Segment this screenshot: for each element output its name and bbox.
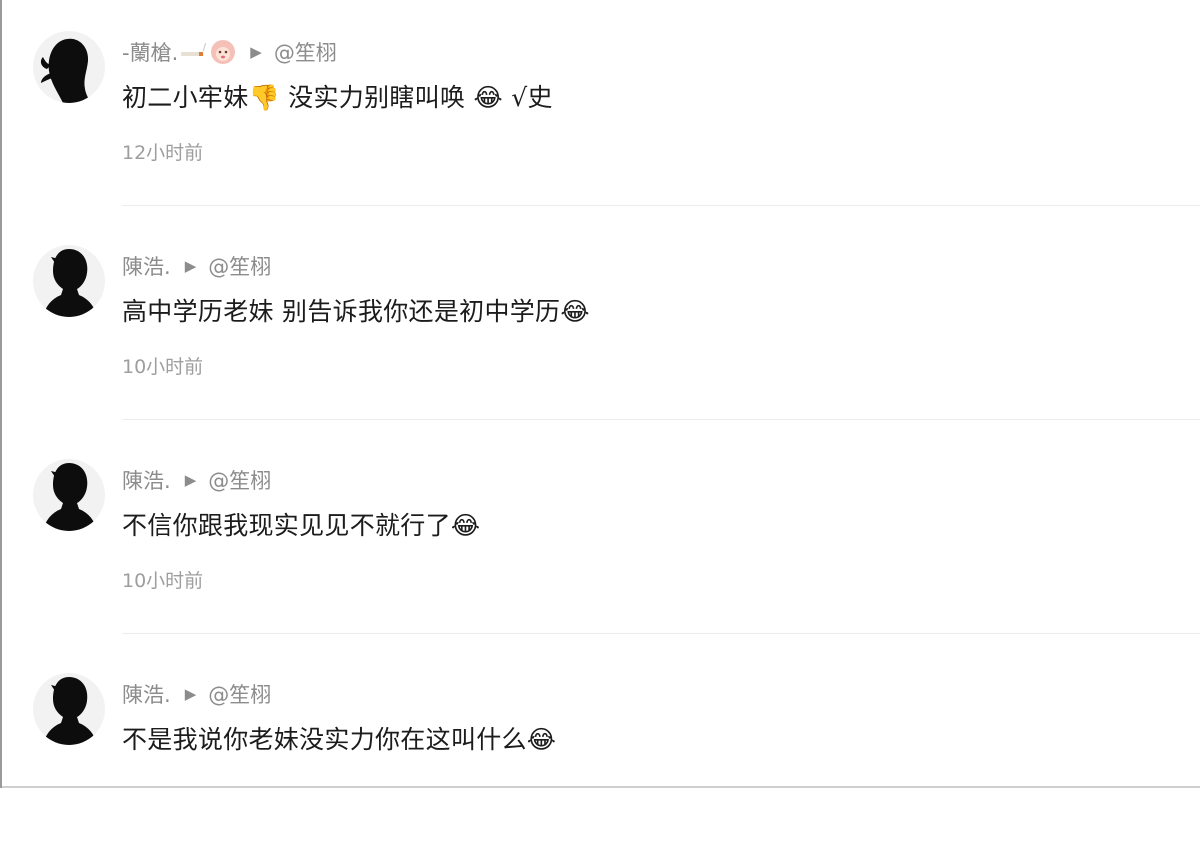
comment-item[interactable]: 陳浩. ▶ @笙栩 不信你跟我现实见见不就行了😂 10小时前 bbox=[2, 428, 1200, 642]
divider bbox=[122, 419, 1200, 420]
comment-meta: 陳浩. ▶ @笙栩 bbox=[122, 465, 271, 495]
divider bbox=[122, 205, 1200, 206]
comment-text: 不信你跟我现实见见不就行了😂 bbox=[122, 511, 481, 540]
comment-item[interactable]: 陳浩. ▶ @笙栩 高中学历老妹 别告诉我你还是初中学历😂 10小时前 bbox=[2, 214, 1200, 428]
reply-to-user[interactable]: @笙栩 bbox=[208, 679, 271, 709]
divider bbox=[122, 633, 1200, 634]
silhouette-avatar-icon bbox=[43, 463, 97, 531]
username-decoration-icon bbox=[180, 39, 236, 65]
user-avatar[interactable] bbox=[33, 459, 105, 531]
username[interactable]: 陳浩. bbox=[122, 679, 171, 709]
reply-arrow-icon: ▶ bbox=[184, 685, 197, 703]
comment-time: 12小时前 bbox=[122, 142, 204, 164]
comment-item[interactable]: -蘭槍. ▶ @笙栩 初二小牢妹👎 没实力别瞎叫唤 😂 √史 12小时前 bbox=[2, 0, 1200, 214]
comment-text: 高中学历老妹 别告诉我你还是初中学历😂 bbox=[122, 297, 590, 326]
silhouette-avatar-icon bbox=[40, 38, 91, 103]
username[interactable]: 陳浩. bbox=[122, 465, 171, 495]
reply-arrow-icon: ▶ bbox=[184, 257, 197, 275]
reply-to-user[interactable]: @笙栩 bbox=[208, 465, 271, 495]
reply-arrow-icon: ▶ bbox=[250, 43, 262, 61]
comment-meta: 陳浩. ▶ @笙栩 bbox=[122, 251, 271, 281]
comment-meta: -蘭槍. ▶ @笙栩 bbox=[122, 37, 337, 67]
comment-time: 10小时前 bbox=[122, 356, 204, 378]
comment-time: 10小时前 bbox=[122, 570, 204, 592]
user-avatar[interactable] bbox=[33, 31, 105, 103]
username[interactable]: -蘭槍. bbox=[122, 37, 178, 67]
username[interactable]: 陳浩. bbox=[122, 251, 171, 281]
silhouette-avatar-icon bbox=[43, 677, 97, 745]
comment-text: 不是我说你老妹没实力你在这叫什么😂 bbox=[122, 725, 557, 754]
user-avatar[interactable] bbox=[33, 245, 105, 317]
reply-arrow-icon: ▶ bbox=[184, 471, 197, 489]
comment-text: 初二小牢妹👎 没实力别瞎叫唤 😂 √史 bbox=[122, 83, 553, 112]
silhouette-avatar-icon bbox=[43, 249, 97, 317]
reply-to-user[interactable]: @笙栩 bbox=[274, 37, 337, 67]
comment-meta: 陳浩. ▶ @笙栩 bbox=[122, 679, 271, 709]
user-avatar[interactable] bbox=[33, 673, 105, 745]
reply-to-user[interactable]: @笙栩 bbox=[208, 251, 271, 281]
comment-item[interactable]: 陳浩. ▶ @笙栩 不是我说你老妹没实力你在这叫什么😂 bbox=[2, 642, 1200, 856]
